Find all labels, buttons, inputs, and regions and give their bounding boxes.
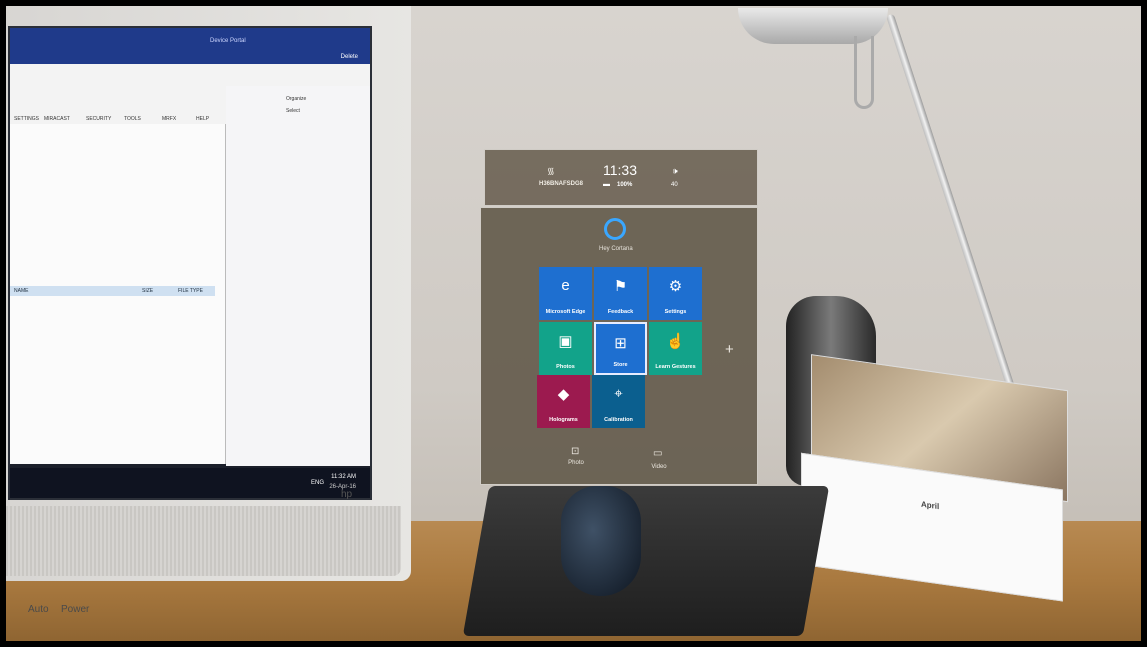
taskbar-language[interactable]: ENG [311,480,324,486]
auto-button-label[interactable]: Auto [28,604,49,615]
hologram-start-menu: Hey Cortana e Microsoft Edge ⚑ Feedback … [480,207,758,485]
monitor-speaker-grille [6,506,401,576]
tile-photos[interactable]: ▣ Photos [539,322,592,375]
tile-label: Calibration [604,417,633,423]
video-icon[interactable]: ▭ [653,448,662,459]
mouse-pad [462,486,830,636]
scene: Device Portal Delete SETTINGS MIRACAST S… [6,6,1141,641]
right-pane: Organize Select [226,86,370,466]
battery-level: 100% [617,182,633,188]
lamp-clip [854,36,874,109]
organize-label[interactable]: Organize [286,96,306,102]
photo-button[interactable]: Photo [556,460,596,466]
tile-calibration[interactable]: ⌖ Calibration [592,375,645,428]
volume-level: 40 [671,182,678,188]
feedback-icon: ⚑ [613,278,628,295]
calibration-icon: ⌖ [614,385,623,402]
window-title: Device Portal [210,38,246,44]
tile-label: Settings [664,309,687,315]
photos-icon: ▣ [558,333,573,350]
wifi-icon: ᯾ [547,166,555,176]
monitor: Device Portal Delete SETTINGS MIRACAST S… [6,6,411,581]
ribbon-item-tools[interactable]: TOOLS [124,116,141,122]
hp-logo: hp [341,489,353,500]
tile-label: Holograms [549,417,578,423]
column-name[interactable]: NAME [14,288,28,294]
tile-label: Learn Gestures [655,364,696,370]
taskbar-time[interactable]: 11:32 AM [331,474,356,480]
hologram-status-bar: ᯾ H36BNAFSDG8 11:33 ▬ 100% 🕩 40 [484,149,758,206]
tile-label: Feedback [607,309,634,315]
monitor-screen: Device Portal Delete SETTINGS MIRACAST S… [8,26,372,500]
camera-icon[interactable]: ⊡ [571,446,579,457]
tile-learn-gestures[interactable]: ☝ Learn Gestures [649,322,702,375]
status-time: 11:33 [603,162,637,178]
cortana-label: Hey Cortana [599,246,633,252]
column-file-type[interactable]: FILE TYPE [178,288,203,294]
video-button[interactable]: Video [639,464,679,470]
network-name: H36BNAFSDG8 [539,181,584,187]
column-size[interactable]: SIZE [142,288,153,294]
cortana-icon[interactable] [604,218,626,240]
tile-settings[interactable]: ⚙ Settings [649,267,702,320]
tile-feedback[interactable]: ⚑ Feedback [594,267,647,320]
window-titlebar[interactable]: Device Portal Delete [10,28,370,64]
speaker-icon[interactable]: 🕩 [672,166,678,177]
ribbon-item-help[interactable]: HELP [196,116,209,122]
tile-label: Microsoft Edge [545,309,586,315]
ribbon-item-miracast[interactable]: MIRACAST [44,116,70,122]
tile-label: Store [613,362,628,368]
add-app-button[interactable]: + [725,341,734,358]
tile-microsoft-edge[interactable]: e Microsoft Edge [539,267,592,320]
hand-icon: ☝ [666,333,685,350]
delete-button[interactable]: Delete [341,54,358,60]
select-label[interactable]: Select [286,108,300,114]
edge-icon: e [561,277,570,294]
ribbon-item-security[interactable]: SECURITY [86,116,111,122]
store-icon: ⊞ [614,335,627,352]
battery-icon: ▬ [603,181,610,188]
tile-store[interactable]: ⊞ Store [594,322,647,375]
desk-calendar: April [781,330,1081,641]
ribbon-item-settings[interactable]: SETTINGS [14,116,39,122]
holograms-icon: ◆ [557,386,570,403]
ribbon-item-mrfx[interactable]: MRFX [162,116,176,122]
gear-icon: ⚙ [668,278,683,295]
tile-label: Photos [556,364,575,370]
power-button-label[interactable]: Power [61,604,89,615]
mouse [561,486,641,596]
tile-holograms[interactable]: ◆ Holograms [537,375,590,428]
